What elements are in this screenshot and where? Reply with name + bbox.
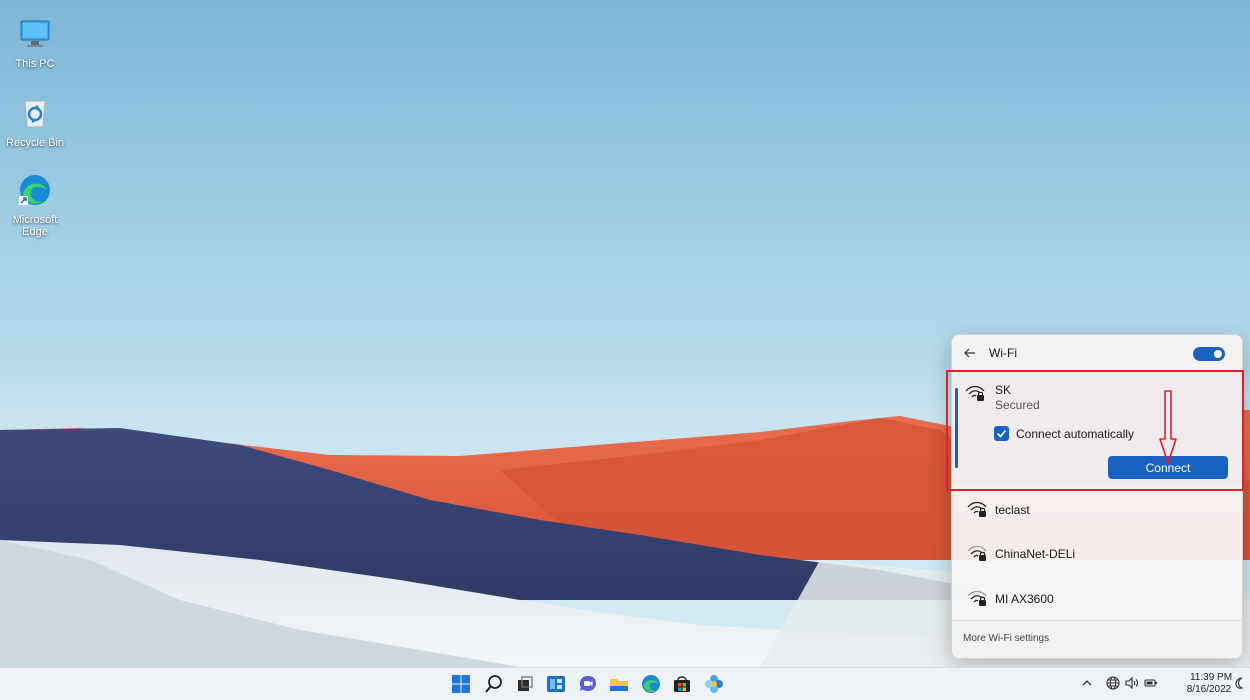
wifi-title: Wi-Fi (989, 346, 1017, 360)
wifi-toggle[interactable] (1193, 347, 1225, 361)
photos-icon[interactable] (704, 674, 724, 694)
network-name: MI AX3600 (995, 592, 1054, 606)
network-item-mi-ax3600[interactable]: MI AX3600 (952, 578, 1242, 618)
annotation-arrow-down-icon (1159, 390, 1177, 464)
desktop: This PC Recycle Bin Microsoft Edge Wi-Fi (0, 0, 1250, 667)
this-pc-icon (20, 20, 50, 47)
start-icon[interactable] (451, 674, 471, 694)
desktop-icon-this-pc[interactable]: This PC (4, 16, 66, 70)
store-icon[interactable] (672, 674, 692, 694)
search-icon[interactable] (484, 674, 504, 694)
notifications-moon-icon[interactable] (1233, 676, 1247, 690)
network-name: ChinaNet-DELi (995, 547, 1076, 561)
desktop-icon-microsoft-edge[interactable]: Microsoft Edge (4, 172, 66, 238)
toggle-knob (1214, 350, 1222, 358)
recycle-bin-icon (24, 100, 46, 128)
back-arrow-icon[interactable] (963, 346, 977, 360)
clock-time[interactable]: 11:39 PM (1186, 672, 1236, 683)
desktop-icon-label: Microsoft Edge (12, 214, 58, 238)
annotation-highlight-box (946, 370, 1244, 491)
desktop-icon-recycle-bin[interactable]: Recycle Bin (4, 95, 66, 149)
clock-date[interactable]: 8/16/2022 (1184, 684, 1234, 695)
more-wifi-settings-link[interactable]: More Wi-Fi settings (952, 620, 1242, 658)
chevron-up-icon[interactable] (1081, 677, 1093, 689)
wifi-secured-icon (967, 590, 987, 606)
widgets-icon[interactable] (546, 674, 566, 694)
edge-icon[interactable] (641, 674, 661, 694)
more-wifi-settings-label: More Wi-Fi settings (963, 633, 1050, 644)
battery-icon[interactable] (1144, 676, 1158, 690)
network-item-teclast[interactable]: teclast (952, 489, 1242, 529)
network-icon[interactable] (1106, 676, 1120, 690)
taskbar: 11:39 PM 8/16/2022 (0, 667, 1250, 700)
network-item-chinanet-deli[interactable]: ChinaNet-DELi (952, 533, 1242, 573)
task-view-icon[interactable] (515, 674, 535, 694)
chat-icon[interactable] (578, 674, 598, 694)
network-name: teclast (995, 503, 1030, 517)
desktop-icon-label: This PC (15, 58, 55, 70)
volume-icon[interactable] (1125, 676, 1139, 690)
edge-icon (19, 175, 50, 205)
wifi-secured-icon (967, 545, 987, 561)
wifi-header: Wi-Fi (952, 335, 1242, 371)
wifi-secured-icon (967, 501, 987, 517)
file-explorer-icon[interactable] (609, 674, 629, 694)
desktop-icon-label: Recycle Bin (5, 137, 65, 149)
